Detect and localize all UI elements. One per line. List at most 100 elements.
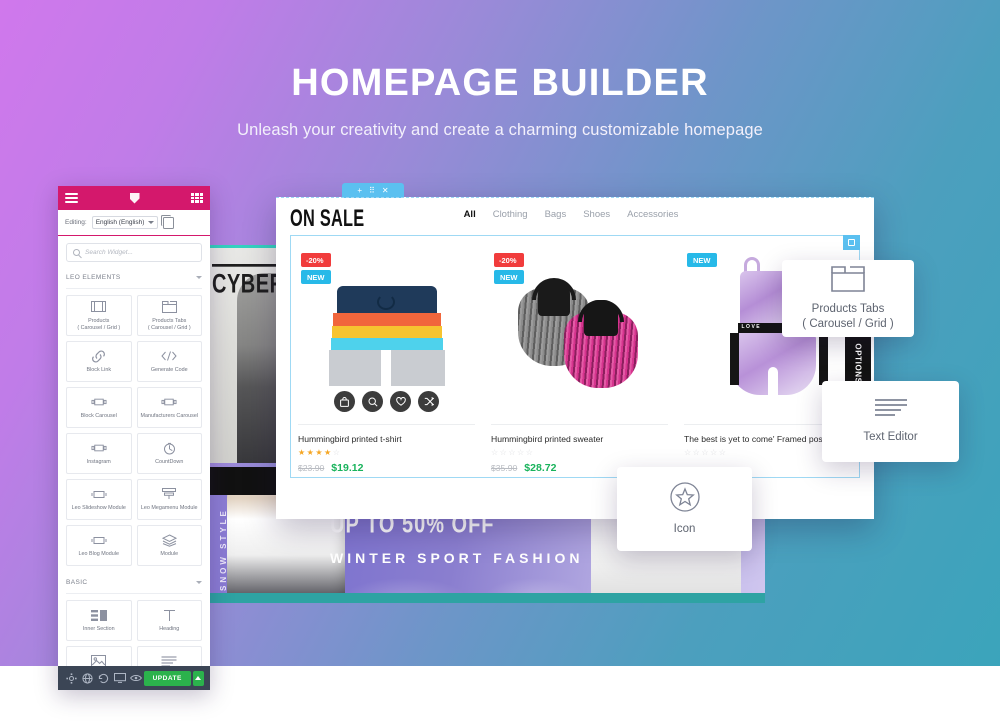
product-rating: ★ ★ ★ ★ ☆ [298,449,475,457]
product-card[interactable]: -20% NEW Hummingbird printed t-shirt ★ ★… [290,247,483,497]
widget-leo-blog-module[interactable]: Leo Blog Module [66,525,132,566]
widget-label: Generate Code [150,367,188,374]
countdown-clock-icon [161,441,177,455]
update-dropdown-button[interactable] [192,670,204,686]
search-widget-wrap: Search Widget... [58,236,210,267]
on-sale-heading: ON SALE [290,206,365,233]
wishlist-heart-icon[interactable] [390,391,411,412]
language-select[interactable]: English (English) [91,216,159,229]
product-badges: NEW [687,253,717,267]
product-name[interactable]: Hummingbird printed t-shirt [298,434,475,444]
section-title: LEO ELEMENTS [66,274,121,281]
globe-icon[interactable] [80,666,96,690]
search-icon [73,249,80,256]
grid-apps-icon[interactable] [191,193,203,203]
star-icon: ☆ [491,448,499,457]
preview-eye-icon[interactable] [128,666,144,690]
product-badges: -20% NEW [301,253,331,284]
widget-generate-code[interactable]: Generate Code [136,341,202,382]
snow-style-vertical-label: SNOW STYLE [219,508,228,591]
widget-label: CountDown [155,459,184,466]
widget-module[interactable]: Module [136,525,202,566]
product-name[interactable]: Hummingbird printed sweater [491,434,668,444]
copy-icon[interactable] [161,214,175,229]
page-title: HOMEPAGE BUILDER [291,62,709,104]
layers-icon [161,533,177,547]
tab-clothing[interactable]: Clothing [493,209,528,220]
settings-gear-icon[interactable] [64,666,80,690]
star-circle-icon [669,481,700,512]
text-editor-icon [874,398,908,420]
megamenu-icon [161,487,177,501]
widget-grid-basic: Inner Section Heading Image [66,600,202,666]
price-old: $35.90 [491,463,518,473]
widget-text-editor[interactable]: Text Editor [136,646,202,666]
callout-label: Icon [673,522,696,535]
widget-label: Products Tabs ( Carousel / Grid ) [147,317,191,331]
badge-new: NEW [301,270,331,284]
widget-label: Leo Megamenu Module [140,505,198,512]
teal-strip [205,593,765,603]
badge-discount: -20% [494,253,524,267]
language-select-value: English (English) [95,219,145,226]
section-header-leo-elements[interactable]: LEO ELEMENTS [66,267,202,289]
widget-toolbar-tab[interactable]: + ⠿ ✕ [342,183,404,198]
product-prices: $23.90 $19.12 [298,462,475,474]
hamburger-icon[interactable] [65,193,78,203]
star-icon: ☆ [499,448,507,457]
product-artwork [325,285,449,386]
badge-new: NEW [687,253,717,267]
widget-block-link[interactable]: Block Link [66,341,132,382]
widget-block-carousel[interactable]: Block Carousel [66,387,132,428]
callout-text-editor[interactable]: Text Editor [822,381,959,462]
widget-image[interactable]: Image [66,646,132,666]
product-image: -20% NEW [491,247,668,425]
price-old: $23.90 [298,463,325,473]
compare-shuffle-icon[interactable] [418,391,439,412]
responsive-monitor-icon[interactable] [112,666,128,690]
carousel-icon [161,395,177,409]
drag-handle-icon[interactable]: ⠿ [369,186,375,195]
product-card[interactable]: -20% NEW Hummingbird printed sweater ☆ ☆… [483,247,676,497]
close-x-icon[interactable]: ✕ [382,186,389,195]
carousel-icon [91,395,107,409]
widget-manufacturers-carousel[interactable]: Manufacturers Carousel [136,387,202,428]
plus-icon[interactable]: + [357,186,362,195]
text-editor-icon [161,654,177,666]
widget-leo-megamenu-module[interactable]: Leo Megamenu Module [136,479,202,520]
widget-label: Heading [159,626,180,633]
widget-leo-slideshow-module[interactable]: Leo Slideshow Module [66,479,132,520]
inner-section-icon [90,608,107,622]
badge-new: NEW [494,270,524,284]
price-new: $19.12 [331,462,364,474]
star-icon: ☆ [692,448,700,457]
tab-bags[interactable]: Bags [545,209,567,220]
slideshow-icon [91,533,107,547]
cyber-banner-line1: CYBER [212,264,285,300]
widget-products-tabs[interactable]: Products Tabs ( Carousel / Grid ) [136,295,202,336]
section-header-basic[interactable]: BASIC [66,572,202,594]
cart-bag-icon[interactable] [334,391,355,412]
callout-icon-widget[interactable]: Icon [617,467,752,551]
history-revision-icon[interactable] [96,666,112,690]
chevron-down-icon [196,581,202,584]
tab-all[interactable]: All [464,209,476,220]
widget-label: Leo Slideshow Module [71,505,126,512]
badge-discount: -20% [301,253,331,267]
star-icon: ☆ [701,448,709,457]
quick-view-search-icon[interactable] [362,391,383,412]
screenshot-stage: HOMEPAGE BUILDER Unleash your creativity… [0,0,1000,721]
widget-products[interactable]: Products ( Carousel / Grid ) [66,295,132,336]
slideshow-icon [91,487,107,501]
search-input[interactable]: Search Widget... [66,243,202,262]
widget-inner-section[interactable]: Inner Section [66,600,132,641]
widget-countdown[interactable]: CountDown [136,433,202,474]
chevron-down-icon [196,276,202,279]
widget-instagram[interactable]: Instagram [66,433,132,474]
update-button[interactable]: UPDATE [143,670,191,686]
widget-heading[interactable]: Heading [136,600,202,641]
callout-products-tabs[interactable]: Products Tabs ( Carousel / Grid ) [782,260,914,337]
tab-accessories[interactable]: Accessories [627,209,678,220]
widget-panel-scroll[interactable]: LEO ELEMENTS Products ( Carousel / Grid … [58,267,210,666]
tab-shoes[interactable]: Shoes [583,209,610,220]
